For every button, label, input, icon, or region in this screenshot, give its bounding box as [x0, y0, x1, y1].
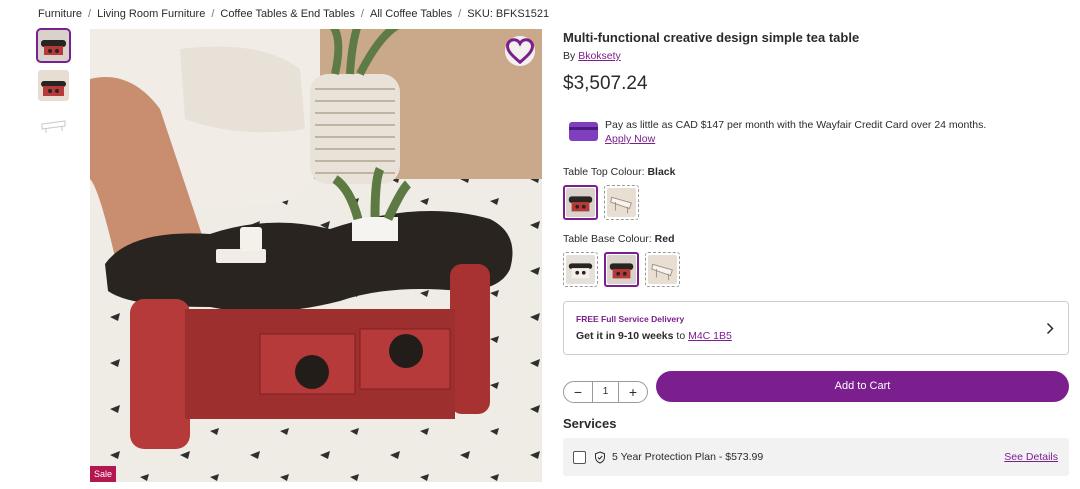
thumbnail-strip: [36, 28, 71, 150]
swatch-base-red[interactable]: [604, 252, 639, 287]
quantity-value[interactable]: 1: [592, 382, 619, 402]
product-info: Multi-functional creative design simple …: [563, 30, 1069, 476]
credit-card-icon: [569, 122, 598, 141]
credit-offer-text-block: Pay as little as CAD $147 per month with…: [605, 118, 986, 146]
swatch-top-light[interactable]: [604, 185, 639, 220]
thumbnail-1-image: [38, 30, 69, 61]
breadcrumb-all-coffee-tables[interactable]: All Coffee Tables: [370, 8, 452, 20]
breadcrumb-furniture[interactable]: Furniture: [38, 8, 82, 20]
table-top-colour-caption: Table Top Colour:: [563, 166, 645, 178]
table-base-swatches: [563, 252, 680, 287]
chevron-right-icon: [1046, 322, 1054, 335]
delivery-eta-range: 9-10 weeks: [618, 330, 674, 342]
delivery-headline: FREE Full Service Delivery: [576, 314, 685, 324]
product-price: $3,507.24: [563, 73, 648, 94]
protection-plan-label: 5 Year Protection Plan - $573.99: [612, 451, 764, 463]
breadcrumb-sku: SKU: BFKS1521: [467, 8, 550, 20]
table-base-colour-value: Red: [654, 233, 675, 245]
delivery-info-card[interactable]: FREE Full Service Delivery Get it in 9-1…: [563, 301, 1069, 355]
quantity-increase-button[interactable]: +: [619, 382, 647, 402]
product-photo: [90, 29, 542, 482]
swatch-top-black-image: [566, 188, 595, 217]
delivery-eta: Get it in 9-10 weeks to M4C 1B5: [576, 330, 1056, 342]
swatch-top-light-image: [607, 188, 636, 217]
thumbnail-1[interactable]: [36, 28, 71, 63]
delivery-eta-prefix: Get it in: [576, 330, 616, 342]
swatch-base-light[interactable]: [645, 252, 680, 287]
thumbnail-2-image: [38, 70, 69, 101]
breadcrumb-coffee-end-tables[interactable]: Coffee Tables & End Tables: [220, 8, 355, 20]
credit-offer-text: Pay as little as CAD $147 per month with…: [605, 119, 987, 131]
quantity-decrease-button[interactable]: −: [564, 382, 592, 402]
sale-badge: Sale: [90, 466, 117, 482]
shield-check-icon: [595, 450, 605, 464]
breadcrumb-separator: /: [458, 8, 462, 20]
table-top-swatches: [563, 185, 639, 220]
swatch-top-black[interactable]: [563, 185, 598, 220]
table-top-colour-label: Table Top Colour: Black: [563, 166, 675, 178]
breadcrumb-living-room-furniture[interactable]: Living Room Furniture: [97, 8, 205, 20]
product-byline: By Bkoksety: [563, 50, 1069, 62]
brand-link[interactable]: Bkoksety: [578, 50, 621, 62]
protection-plan-row: 5 Year Protection Plan - $573.99 See Det…: [563, 438, 1069, 476]
see-details-link[interactable]: See Details: [1004, 451, 1058, 463]
favorite-button[interactable]: [505, 36, 535, 66]
table-top-colour-value: Black: [647, 166, 676, 178]
heart-outline-icon: [505, 38, 535, 65]
byline-prefix: By: [563, 50, 576, 62]
protection-plan-checkbox[interactable]: [573, 450, 586, 464]
swatch-base-white-image: [566, 255, 595, 284]
thumbnail-2[interactable]: [38, 70, 69, 101]
credit-card-offer: Pay as little as CAD $147 per month with…: [569, 118, 986, 146]
breadcrumb-separator: /: [360, 8, 364, 20]
breadcrumb-separator: /: [88, 8, 92, 20]
quantity-stepper: − 1 +: [563, 381, 648, 403]
services-heading: Services: [563, 416, 617, 431]
apply-now-link[interactable]: Apply Now: [605, 133, 655, 145]
thumbnail-3[interactable]: [38, 110, 69, 141]
main-product-image[interactable]: Sale: [90, 29, 542, 482]
swatch-base-red-image: [607, 255, 636, 284]
postal-code-link[interactable]: M4C 1B5: [688, 330, 732, 342]
add-to-cart-button[interactable]: Add to Cart: [656, 371, 1069, 402]
swatch-base-white[interactable]: [563, 252, 598, 287]
table-base-colour-caption: Table Base Colour:: [563, 233, 652, 245]
swatch-base-light-image: [648, 255, 677, 284]
delivery-eta-to: to: [676, 330, 686, 342]
thumbnail-3-image: [38, 110, 69, 141]
breadcrumb: Furniture / Living Room Furniture / Coffee T…: [38, 8, 549, 20]
table-base-colour-label: Table Base Colour: Red: [563, 233, 674, 245]
breadcrumb-separator: /: [211, 8, 215, 20]
product-title: Multi-functional creative design simple …: [563, 30, 860, 45]
